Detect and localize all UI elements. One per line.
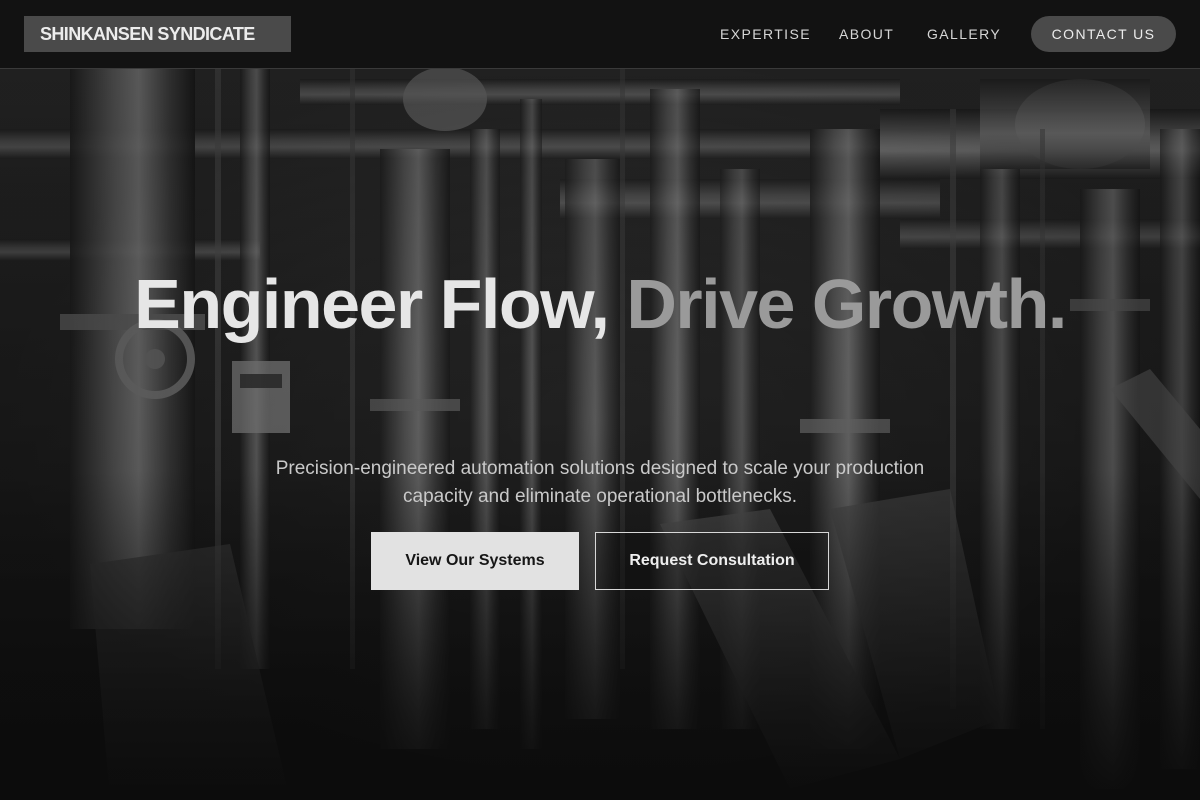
- nav-link-expertise[interactable]: EXPERTISE: [720, 24, 811, 44]
- nav-link-gallery[interactable]: GALLERY: [927, 24, 1001, 44]
- landing-page: SHINKANSEN SYNDICATE EXPERTISE ABOUT GAL…: [0, 0, 1200, 800]
- view-systems-button[interactable]: View Our Systems: [371, 532, 579, 590]
- site-header: SHINKANSEN SYNDICATE EXPERTISE ABOUT GAL…: [0, 0, 1200, 69]
- hero-title-primary: Engineer Flow,: [134, 265, 627, 343]
- hero-subtitle: Precision-engineered automation solution…: [275, 458, 925, 507]
- hero-dark-overlay: [0, 69, 1200, 800]
- nav-link-about[interactable]: ABOUT: [839, 24, 894, 44]
- request-consultation-button[interactable]: Request Consultation: [595, 532, 829, 590]
- contact-us-button[interactable]: CONTACT US: [1031, 16, 1176, 52]
- hero-title-accent: Drive Growth.: [626, 265, 1067, 343]
- site-logo[interactable]: SHINKANSEN SYNDICATE: [24, 16, 291, 52]
- hero-section: [0, 69, 1200, 800]
- hero-title: Engineer Flow, Drive Growth.: [0, 268, 1200, 340]
